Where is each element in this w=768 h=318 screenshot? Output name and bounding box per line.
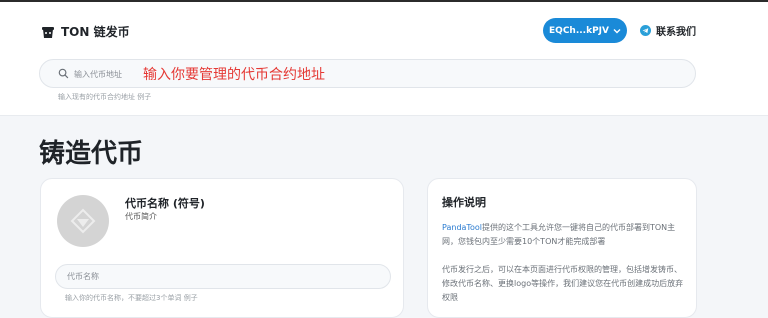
token-form-card: 代币名称 (符号) 代币简介 输入你的代币名称，不要超过3个单词 例子 (40, 178, 404, 318)
instructions-paragraph-2: 代币发行之后，可以在本页面进行代币权限的管理，包括增发铸币、修改代币名称、更换l… (442, 265, 684, 302)
brand-title[interactable]: TON 链发币 (61, 23, 130, 40)
contact-link[interactable]: 联系我们 (640, 23, 696, 38)
wallet-button[interactable]: EQCh...kPJV (543, 18, 627, 43)
search-icon (58, 68, 69, 79)
token-name-heading: 代币名称 (符号) (125, 197, 205, 210)
search-bar[interactable] (39, 59, 696, 88)
wallet-address: EQCh...kPJV (549, 25, 609, 36)
instructions-card: 操作说明 PandaTool提供的这个工具允许您一键将自己的代币部署到TON主网… (427, 178, 697, 318)
address-example-link[interactable]: 例子 (137, 93, 151, 101)
header: TON 链发币 EQCh...kPJV 联系我们 输入你要管理的代币合约地址 输… (0, 2, 768, 116)
instructions-title: 操作说明 (442, 196, 486, 209)
contact-label: 联系我们 (656, 27, 696, 38)
annotation-text: 输入你要管理的代币合约地址 (143, 67, 325, 83)
page-title: 铸造代币 (39, 139, 144, 169)
token-name-hint-text: 输入你的代币名称，不要超过3个单词 (65, 294, 182, 302)
telegram-icon (640, 25, 651, 36)
pandatool-link[interactable]: PandaTool (442, 223, 482, 232)
ton-diamond-icon (70, 208, 96, 234)
address-hint: 输入现有的代币合约地址 例子 (58, 92, 151, 102)
address-hint-text: 输入现有的代币合约地址 (58, 93, 135, 101)
chevron-down-icon (613, 28, 621, 33)
token-name-example-link[interactable]: 例子 (184, 294, 198, 302)
instructions-paragraph-1: PandaTool提供的这个工具允许您一键将自己的代币部署到TON主网，您钱包内… (442, 221, 686, 249)
token-name-hint: 输入你的代币名称，不要超过3个单词 例子 (65, 293, 198, 303)
bucket-logo-icon[interactable] (40, 24, 56, 40)
token-logo-upload[interactable] (57, 195, 109, 247)
token-name-input[interactable] (55, 264, 391, 289)
token-description: 代币简介 (125, 212, 157, 221)
